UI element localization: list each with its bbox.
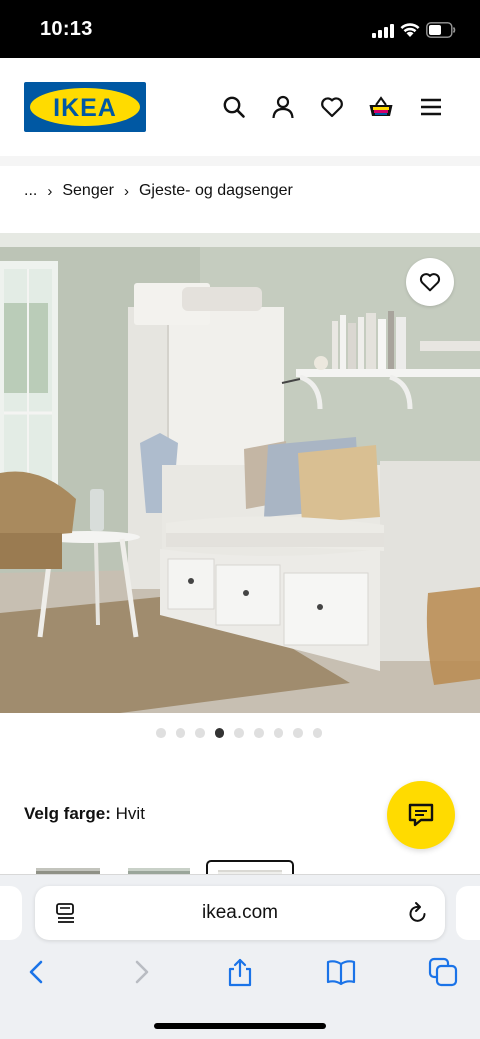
gallery-dot[interactable] bbox=[273, 728, 284, 738]
address-bar[interactable]: ikea.com bbox=[35, 886, 445, 940]
menu-icon[interactable] bbox=[418, 94, 444, 120]
forward-icon[interactable] bbox=[126, 957, 156, 987]
cellular-signal-icon bbox=[372, 24, 394, 38]
site-header: IKEA bbox=[0, 58, 480, 156]
breadcrumb-separator: › bbox=[47, 182, 53, 200]
gallery-dot[interactable] bbox=[195, 728, 205, 738]
color-selector: Velg farge: Hvit bbox=[24, 804, 145, 824]
search-icon[interactable] bbox=[221, 94, 247, 120]
chat-button[interactable] bbox=[387, 781, 455, 849]
logo-wordmark: IKEA bbox=[53, 94, 117, 122]
gallery-dot[interactable] bbox=[234, 728, 244, 738]
breadcrumb: ... › Senger › Gjeste- og dagsenger bbox=[24, 182, 293, 200]
gallery-pagination bbox=[156, 728, 323, 738]
breadcrumb-ellipsis[interactable]: ... bbox=[24, 182, 37, 200]
product-image[interactable] bbox=[0, 233, 480, 713]
header-divider bbox=[0, 156, 480, 166]
gallery-dot[interactable] bbox=[253, 728, 264, 738]
share-icon[interactable] bbox=[225, 957, 255, 987]
gallery-dot[interactable] bbox=[312, 728, 323, 738]
daybed-room-illustration bbox=[0, 233, 480, 713]
heart-icon bbox=[419, 273, 441, 292]
logo-text: IKEA bbox=[53, 94, 117, 122]
reload-icon[interactable] bbox=[407, 901, 429, 925]
breadcrumb-separator: › bbox=[123, 182, 129, 200]
home-indicator bbox=[154, 1023, 326, 1029]
breadcrumb-item-gjeste-og-dagsenger[interactable]: Gjeste- og dagsenger bbox=[139, 182, 293, 200]
previous-tab-preview[interactable] bbox=[0, 886, 22, 940]
gallery-dot[interactable] bbox=[156, 728, 166, 738]
breadcrumb-item-senger[interactable]: Senger bbox=[62, 182, 114, 200]
bookmarks-icon[interactable] bbox=[326, 957, 356, 987]
heart-icon[interactable] bbox=[319, 94, 345, 120]
battery-icon bbox=[426, 22, 456, 38]
color-label: Velg farge: bbox=[24, 804, 111, 823]
gallery-dot[interactable] bbox=[293, 728, 303, 738]
ikea-logo[interactable]: IKEA bbox=[24, 82, 146, 132]
browser-toolbar: ikea.com bbox=[0, 874, 480, 1039]
next-tab-preview[interactable] bbox=[456, 886, 480, 940]
chat-icon bbox=[408, 803, 434, 827]
basket-icon[interactable] bbox=[368, 94, 394, 120]
account-icon[interactable] bbox=[270, 94, 296, 120]
color-value: Hvit bbox=[115, 804, 145, 823]
gallery-dot[interactable] bbox=[175, 728, 186, 738]
back-icon[interactable] bbox=[22, 957, 52, 987]
gallery-dot-active[interactable] bbox=[214, 728, 225, 738]
status-bar: 10:13 bbox=[0, 0, 480, 58]
add-to-favourites-button[interactable] bbox=[406, 258, 454, 306]
url-text: ikea.com bbox=[201, 902, 279, 923]
status-time: 10:13 bbox=[40, 18, 93, 40]
tabs-icon[interactable] bbox=[428, 957, 458, 987]
wifi-icon bbox=[400, 23, 420, 37]
